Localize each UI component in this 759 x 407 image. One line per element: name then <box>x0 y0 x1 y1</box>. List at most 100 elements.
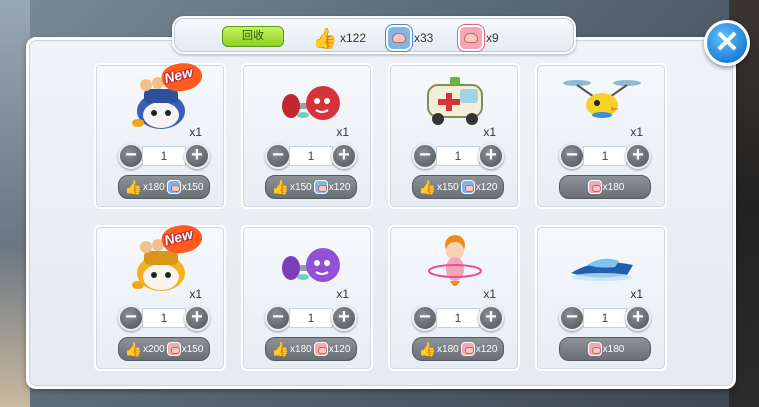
item-card[interactable]: New x1 − 1 + 👍 x180 x150 <box>94 58 226 209</box>
thumbs-up-icon: 👍 <box>418 340 437 357</box>
price-amount: x150 <box>437 181 459 193</box>
item-quantity: x1 <box>189 287 202 301</box>
item-card[interactable]: x1 − 1 + 👍 x180 x120 <box>388 225 520 371</box>
currency-blue-box: x33 <box>386 24 433 52</box>
buy-button[interactable]: 👍 x150 x120 <box>265 175 357 199</box>
price-amount: x150 <box>181 343 204 355</box>
item-card[interactable]: New x1 − 1 + 👍 x200 x150 <box>94 220 226 371</box>
item-card[interactable]: x1 − 1 + 👍 x150 x120 <box>241 63 373 209</box>
price-amount: x120 <box>475 343 498 355</box>
quantity-field[interactable]: 1 <box>583 308 627 328</box>
blue-muscle-box-icon <box>460 180 475 194</box>
price-amount: x180 <box>602 343 625 355</box>
close-icon: ✕ <box>714 26 740 59</box>
quantity-stepper: − 1 + <box>412 143 504 169</box>
buy-button[interactable]: 👍 x200 x150 <box>118 337 210 361</box>
item-quantity: x1 <box>483 287 496 301</box>
price-amount: x120 <box>328 343 351 355</box>
price-amount: x150 <box>181 181 204 193</box>
quantity-stepper: − 1 + <box>118 143 210 169</box>
buy-button[interactable]: 👍 x150 x120 <box>412 175 504 199</box>
decrease-button[interactable]: − <box>412 143 438 169</box>
currency-likes-amount: x122 <box>340 31 367 45</box>
price-amount: x120 <box>328 181 351 193</box>
quantity-stepper: − 1 + <box>559 143 651 169</box>
price-amount: x180 <box>143 181 165 193</box>
purple-dumbbell-icon <box>282 248 340 282</box>
increase-button[interactable]: + <box>478 305 504 331</box>
buy-button[interactable]: 👍 x180 x120 <box>265 337 357 361</box>
price-amount: x180 <box>602 181 625 193</box>
quantity-stepper: − 1 + <box>118 305 210 331</box>
thumbs-up-icon: 👍 <box>124 340 143 357</box>
thumbs-up-icon: 👍 <box>312 27 338 50</box>
pink-muscle-box-icon <box>458 25 484 51</box>
price-amount: x200 <box>143 343 165 355</box>
decrease-button[interactable]: − <box>559 305 585 331</box>
close-button[interactable]: ✕ <box>704 20 750 66</box>
item-quantity: x1 <box>630 287 643 301</box>
decrease-button[interactable]: − <box>559 143 585 169</box>
jet-ski-icon <box>571 258 633 281</box>
decrease-button[interactable]: − <box>265 305 291 331</box>
pink-muscle-box-icon <box>460 342 475 356</box>
decrease-button[interactable]: − <box>118 143 144 169</box>
quantity-stepper: − 1 + <box>265 143 357 169</box>
quantity-field[interactable]: 1 <box>436 146 480 166</box>
pink-muscle-box-icon <box>587 180 602 194</box>
thumbs-up-icon: 👍 <box>271 340 290 357</box>
increase-button[interactable]: + <box>625 143 651 169</box>
price-amount: x120 <box>475 181 498 193</box>
drone-bird-icon <box>563 80 641 118</box>
blue-muscle-box-icon <box>386 25 412 51</box>
currency-pink-box: x9 <box>458 24 499 52</box>
item-card[interactable]: x1 − 1 + x180 <box>535 63 667 209</box>
pink-muscle-box-icon <box>587 342 602 356</box>
currency-blue-box-amount: x33 <box>414 31 434 45</box>
increase-button[interactable]: + <box>478 143 504 169</box>
decrease-button[interactable]: − <box>118 305 144 331</box>
quantity-field[interactable]: 1 <box>142 308 186 328</box>
quantity-stepper: − 1 + <box>265 305 357 331</box>
decrease-button[interactable]: − <box>265 143 291 169</box>
item-quantity: x1 <box>189 125 202 139</box>
quantity-field[interactable]: 1 <box>289 146 333 166</box>
item-card[interactable]: x1 − 1 + x180 <box>535 225 667 371</box>
buy-button[interactable]: x180 <box>559 175 651 199</box>
increase-button[interactable]: + <box>184 143 210 169</box>
item-quantity: x1 <box>483 125 496 139</box>
increase-button[interactable]: + <box>331 305 357 331</box>
quantity-field[interactable]: 1 <box>583 146 627 166</box>
item-quantity: x1 <box>336 125 349 139</box>
quantity-field[interactable]: 1 <box>142 146 186 166</box>
currency-likes: 👍 x122 <box>312 24 366 52</box>
increase-button[interactable]: + <box>331 143 357 169</box>
thumbs-up-icon: 👍 <box>418 178 437 195</box>
thumbs-up-icon: 👍 <box>124 178 143 195</box>
item-card[interactable]: x1 − 1 + 👍 x180 x120 <box>241 225 373 371</box>
item-card[interactable]: x1 − 1 + 👍 x150 x120 <box>388 63 520 209</box>
item-quantity: x1 <box>630 125 643 139</box>
buy-button[interactable]: 👍 x180 x150 <box>118 175 210 199</box>
blue-muscle-box-icon <box>313 180 328 194</box>
quantity-field[interactable]: 1 <box>436 308 480 328</box>
quantity-stepper: − 1 + <box>412 305 504 331</box>
quantity-stepper: − 1 + <box>559 305 651 331</box>
quantity-field[interactable]: 1 <box>289 308 333 328</box>
red-dumbbell-icon <box>282 86 340 120</box>
pink-muscle-box-icon <box>313 342 328 356</box>
buy-button[interactable]: 👍 x180 x120 <box>412 337 504 361</box>
hula-hoop-girl-icon <box>428 235 482 286</box>
currency-pink-box-amount: x9 <box>486 31 499 45</box>
buy-button[interactable]: x180 <box>559 337 651 361</box>
recycle-button[interactable]: 回收 <box>222 26 284 47</box>
item-quantity: x1 <box>336 287 349 301</box>
ambulance-car-icon <box>427 77 483 125</box>
currency-bar: 回收 👍 x122 x33 x9 <box>172 16 576 54</box>
blue-muscle-box-icon <box>166 180 181 194</box>
increase-button[interactable]: + <box>184 305 210 331</box>
pink-muscle-box-icon <box>166 342 181 356</box>
increase-button[interactable]: + <box>625 305 651 331</box>
decrease-button[interactable]: − <box>412 305 438 331</box>
price-amount: x180 <box>437 343 459 355</box>
